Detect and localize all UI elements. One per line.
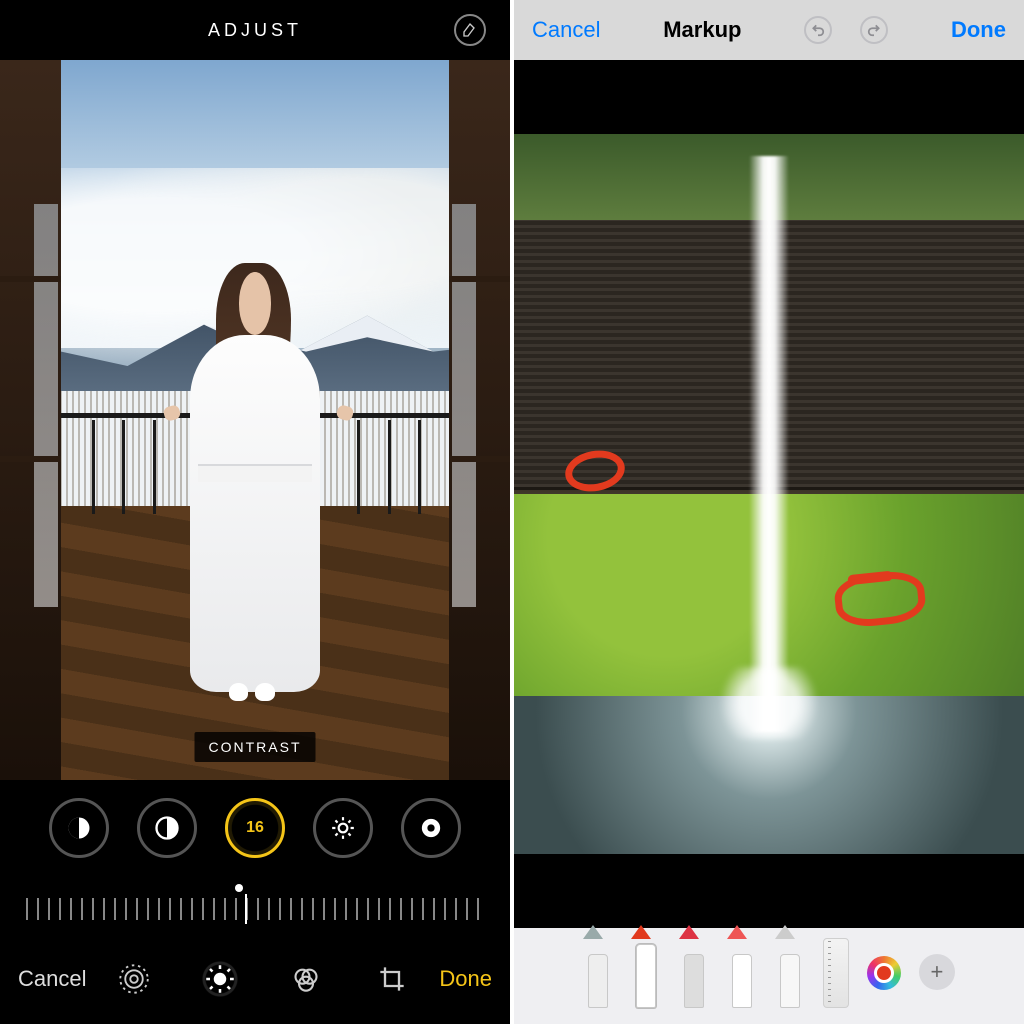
adjust-slider[interactable] — [0, 876, 510, 936]
adjust-header: ADJUST — [0, 0, 510, 60]
adjust-title: ADJUST — [208, 20, 302, 41]
photo-subject — [173, 254, 336, 700]
markup-toolbar: + — [514, 928, 1024, 1024]
live-mode-button[interactable] — [116, 961, 152, 997]
add-shape-button[interactable]: + — [919, 954, 955, 990]
done-button[interactable]: Done — [439, 966, 492, 992]
tool-lasso[interactable] — [775, 938, 805, 1008]
markup-entry-button[interactable] — [454, 14, 486, 46]
slider-ticks — [26, 898, 484, 920]
active-adjust-label: CONTRAST — [195, 732, 316, 762]
brightness-dial[interactable] — [313, 798, 373, 858]
adjust-mode-button[interactable] — [202, 961, 238, 997]
tool-marker[interactable] — [631, 938, 661, 1008]
undo-button[interactable] — [804, 16, 832, 44]
markup-canvas-stage — [514, 60, 1024, 928]
undo-redo-group — [804, 16, 888, 44]
waterfall — [749, 156, 790, 732]
cancel-button[interactable]: Cancel — [18, 966, 86, 992]
filters-mode-button[interactable] — [288, 961, 324, 997]
photos-adjust-pane: ADJUST CONTRAST — [0, 0, 510, 1024]
markup-cancel-button[interactable]: Cancel — [532, 17, 600, 43]
tool-pen[interactable] — [583, 938, 613, 1008]
slider-cursor — [245, 894, 247, 924]
tool-ruler[interactable] — [823, 938, 849, 1008]
adjust-bottom-bar: Cancel Done — [0, 936, 510, 1022]
crop-mode-button[interactable] — [374, 961, 410, 997]
photo-preview[interactable]: CONTRAST — [0, 60, 510, 780]
exposure-dial[interactable] — [49, 798, 109, 858]
markup-pane: Cancel Markup Done — [514, 0, 1024, 1024]
markup-title: Markup — [663, 17, 741, 43]
contrast-dial[interactable]: 16 — [225, 798, 285, 858]
black-point-dial[interactable] — [401, 798, 461, 858]
tool-eraser[interactable] — [727, 938, 757, 1008]
tool-pencil[interactable] — [679, 938, 709, 1008]
markup-done-button[interactable]: Done — [951, 17, 1006, 43]
contrast-value: 16 — [246, 819, 264, 837]
brilliance-dial[interactable] — [137, 798, 197, 858]
slider-origin-dot — [235, 884, 243, 892]
color-picker-button[interactable] — [867, 956, 901, 990]
markup-canvas[interactable] — [514, 134, 1024, 854]
adjustment-dials-row: 16 — [0, 780, 510, 876]
redo-button[interactable] — [860, 16, 888, 44]
markup-header: Cancel Markup Done — [514, 0, 1024, 60]
